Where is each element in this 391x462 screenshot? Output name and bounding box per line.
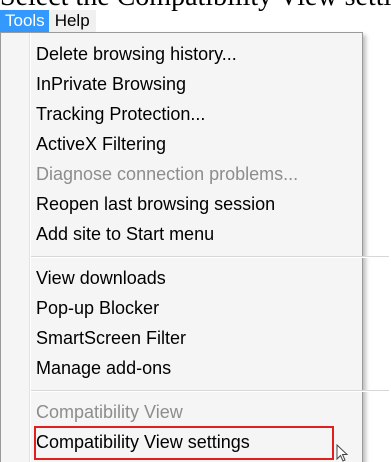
- menu-gutter-divider-highlight: [30, 33, 31, 462]
- menubar-help[interactable]: Help: [49, 10, 96, 32]
- menu-bar: Tools Help: [0, 10, 96, 32]
- menu-item-popup-blocker[interactable]: Pop-up Blocker: [36, 293, 159, 323]
- menu-item-activex-filtering[interactable]: ActiveX Filtering: [36, 129, 166, 159]
- mouse-pointer-icon: [336, 444, 349, 462]
- menu-item-inprivate-browsing[interactable]: InPrivate Browsing: [36, 69, 186, 99]
- menu-separator: [31, 390, 389, 392]
- menubar-tools[interactable]: Tools: [0, 10, 49, 32]
- menu-item-manage-addons[interactable]: Manage add-ons: [36, 353, 171, 383]
- menu-item-reopen-last-browsing-session[interactable]: Reopen last browsing session: [36, 189, 275, 219]
- menu-item-smartscreen-filter[interactable]: SmartScreen Filter: [36, 323, 186, 353]
- menu-item-view-downloads[interactable]: View downloads: [36, 263, 166, 293]
- highlight-outline: [34, 426, 334, 460]
- menu-separator: [31, 256, 389, 258]
- menu-item-add-site-to-start-menu[interactable]: Add site to Start menu: [36, 219, 214, 249]
- menu-item-diagnose-connection-problems: Diagnose connection problems...: [36, 164, 299, 184]
- menu-item-delete-browsing-history[interactable]: Delete browsing history...: [36, 39, 237, 69]
- menu-item-tracking-protection[interactable]: Tracking Protection...: [36, 99, 205, 129]
- menu-item-compatibility-view: Compatibility View: [36, 402, 183, 422]
